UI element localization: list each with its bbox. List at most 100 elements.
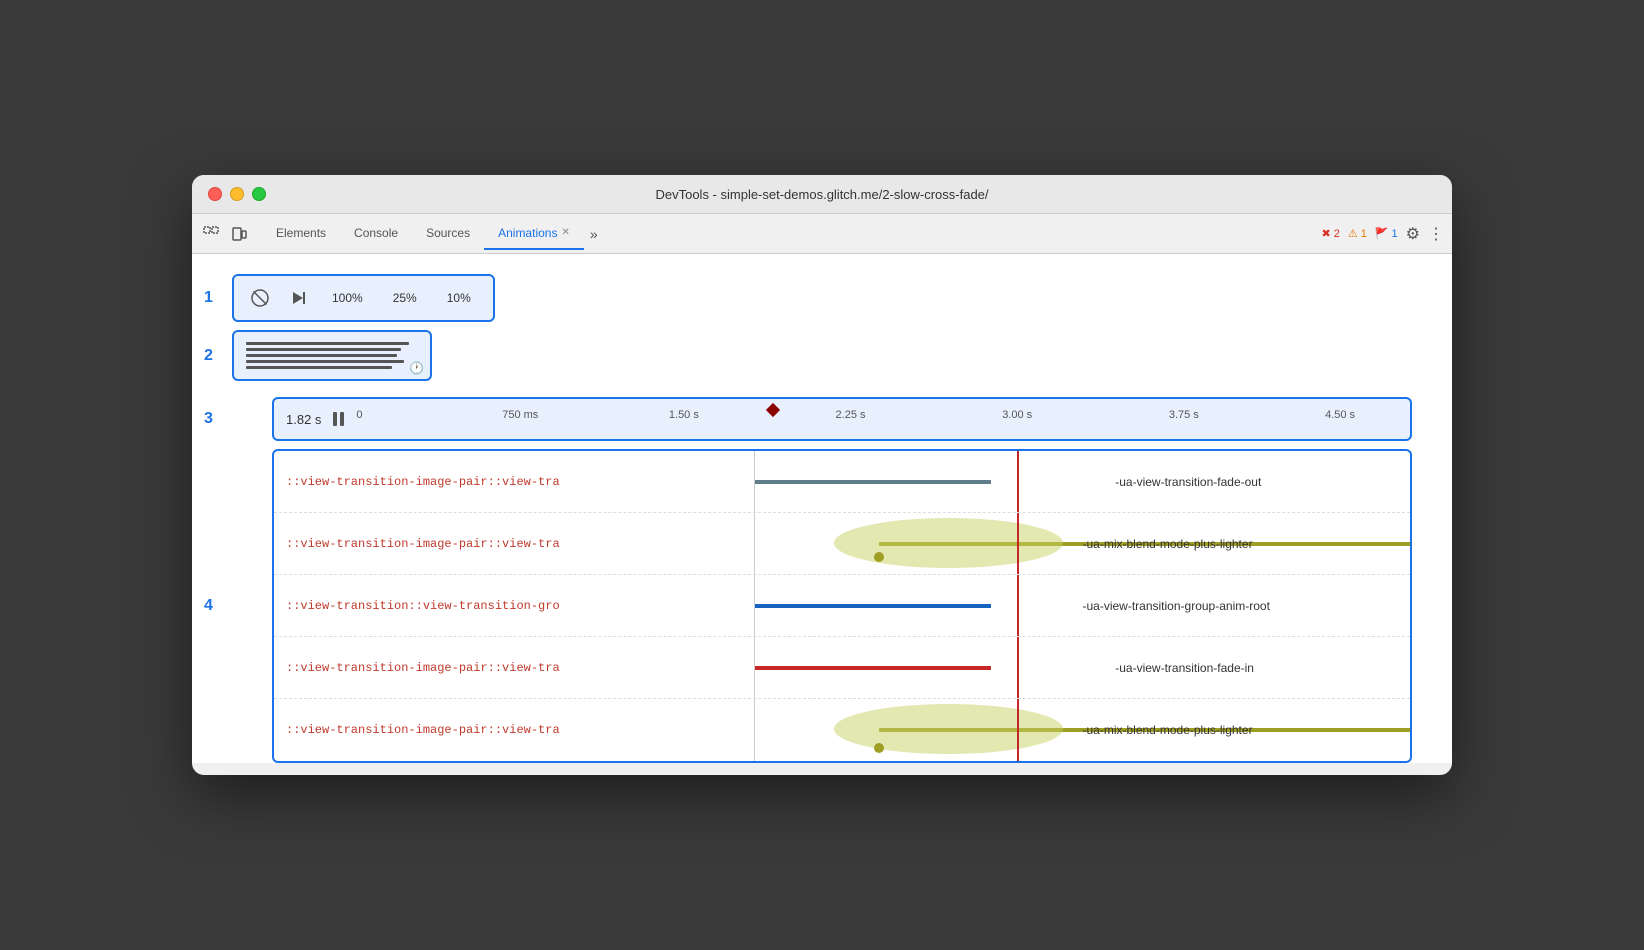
anim-track-4: -ua-view-transition-fade-in (754, 637, 1410, 698)
error-count: 2 (1334, 228, 1340, 240)
anim-blob-1 (834, 518, 1063, 568)
clock-icon: 🕐 (409, 361, 424, 375)
ruler-marks: 0 750 ms 1.50 s 2.25 s 3.00 s 3.75 s 4.5… (356, 397, 1398, 441)
pause-bar-1 (333, 412, 337, 426)
info-badge: 🚩 1 (1375, 227, 1398, 240)
animations-panel: 1 (192, 254, 1452, 763)
tab-sources[interactable]: Sources (412, 218, 484, 250)
table-row[interactable]: ::view-transition-image-pair::view-tra -… (274, 513, 1410, 575)
timeline-line-2 (246, 348, 401, 351)
warning-badge: ⚠ 1 (1348, 227, 1367, 240)
animation-rows-section: ::view-transition-image-pair::view-tra -… (272, 449, 1412, 763)
more-tabs-icon[interactable]: » (584, 226, 604, 242)
timeline-group-box[interactable]: 🕐 (232, 330, 432, 381)
tab-console[interactable]: Console (340, 218, 412, 250)
inspect-icon[interactable] (200, 223, 222, 245)
ruler-mark-225s: 2.25 s (836, 409, 866, 421)
anim-bar-fade-out (755, 480, 991, 484)
warning-count: 1 (1361, 228, 1367, 240)
tab-animations[interactable]: Animations ✕ (484, 218, 584, 250)
anim-name-group: -ua-view-transition-group-anim-root (1083, 599, 1270, 613)
tab-elements[interactable]: Elements (262, 218, 340, 250)
playhead-line-2 (1017, 513, 1019, 574)
table-row[interactable]: ::view-transition-image-pair::view-tra -… (274, 699, 1410, 761)
ruler-mark-150s: 1.50 s (669, 409, 699, 421)
tab-right-icons: ✖ 2 ⚠ 1 🚩 1 ⚙ ⋮ (1321, 224, 1444, 244)
section-label-3: 3 (204, 410, 213, 428)
anim-label-1: ::view-transition-image-pair::view-tra (274, 475, 754, 489)
timeline-lines (240, 338, 424, 373)
timeline-line-1 (246, 342, 409, 345)
table-row[interactable]: ::view-transition-image-pair::view-tra -… (274, 451, 1410, 513)
table-row[interactable]: ::view-transition-image-pair::view-tra -… (274, 637, 1410, 699)
anim-name-lime-1: -ua-mix-blend-mode-plus-lighter (1083, 537, 1253, 551)
anim-dot-1 (874, 552, 884, 562)
playhead-line-3 (1017, 575, 1019, 636)
playhead-diamond (766, 403, 780, 417)
title-bar: DevTools - simple-set-demos.glitch.me/2-… (192, 175, 1452, 214)
devtools-body: Elements Console Sources Animations ✕ » … (192, 214, 1452, 763)
timeline-group-section: 2 🕐 (232, 330, 1432, 381)
timeline-line-3 (246, 354, 397, 357)
settings-icon[interactable]: ⚙ (1406, 224, 1420, 244)
anim-bar-group (755, 604, 991, 608)
more-options-icon[interactable]: ⋮ (1428, 224, 1444, 244)
pause-bar-2 (340, 412, 344, 426)
maximize-button[interactable] (252, 187, 266, 201)
playhead-line-4 (1017, 637, 1019, 698)
warning-icon: ⚠ (1348, 227, 1358, 240)
traffic-lights (208, 187, 266, 201)
pause-icon[interactable] (333, 412, 344, 426)
current-time: 1.82 s (286, 412, 321, 427)
playhead-line-1 (1017, 451, 1019, 512)
tab-animations-inner: Animations ✕ (498, 226, 570, 240)
ruler-mark-375s: 3.75 s (1169, 409, 1199, 421)
devtools-window: DevTools - simple-set-demos.glitch.me/2-… (192, 175, 1452, 775)
anim-rows-wrapper: 4 ::view-transition-image-pair::view-tra… (232, 449, 1432, 763)
toolbar-icons (200, 223, 250, 245)
anim-track-5: -ua-mix-blend-mode-plus-lighter (754, 699, 1410, 761)
anim-dot-2 (874, 743, 884, 753)
ruler-mark-750ms: 750 ms (502, 409, 538, 421)
anim-name-lime-2: -ua-mix-blend-mode-plus-lighter (1083, 723, 1253, 737)
panels-area: 1 (192, 254, 1452, 397)
playhead-line-5 (1017, 699, 1019, 761)
section-label-4: 4 (204, 597, 213, 615)
anim-bar-fade-in (755, 666, 991, 670)
section-label-2: 2 (204, 347, 213, 365)
speed-10-button[interactable]: 10% (437, 287, 481, 309)
timeline-line-4 (246, 360, 404, 363)
ruler-section-wrapper: 3 1.82 s 0 750 ms 1.50 s 2.25 s 3.00 s (232, 397, 1432, 441)
close-button[interactable] (208, 187, 222, 201)
error-icon: ✖ (1321, 227, 1330, 240)
anim-track-3: -ua-view-transition-group-anim-root (754, 575, 1410, 636)
speed-25-button[interactable]: 25% (383, 287, 427, 309)
tab-close-icon[interactable]: ✕ (561, 227, 569, 238)
section-label-1: 1 (204, 289, 213, 307)
device-icon[interactable] (228, 223, 250, 245)
speed-100-button[interactable]: 100% (322, 287, 373, 309)
anim-track-2: -ua-mix-blend-mode-plus-lighter (754, 513, 1410, 574)
anim-label-5: ::view-transition-image-pair::view-tra (274, 723, 754, 737)
info-icon: 🚩 (1375, 227, 1389, 240)
anim-label-3: ::view-transition::view-transition-gro (274, 599, 754, 613)
anim-label-4: ::view-transition-image-pair::view-tra (274, 661, 754, 675)
anim-label-2: ::view-transition-image-pair::view-tra (274, 537, 754, 551)
clear-button[interactable] (246, 284, 274, 312)
timeline-line-5 (246, 366, 392, 369)
info-count: 1 (1392, 228, 1398, 240)
anim-blob-2 (834, 704, 1063, 754)
error-badge: ✖ 2 (1321, 227, 1339, 240)
anim-name-fade-in: -ua-view-transition-fade-in (1115, 661, 1254, 675)
controls-bar: 100% 25% 10% (232, 274, 495, 322)
ruler-mark-450s: 4.50 s (1325, 409, 1355, 421)
anim-name-fade-out: -ua-view-transition-fade-out (1115, 475, 1261, 489)
play-button[interactable] (284, 284, 312, 312)
tab-bar: Elements Console Sources Animations ✕ » … (192, 214, 1452, 254)
minimize-button[interactable] (230, 187, 244, 201)
controls-section: 1 (232, 274, 1432, 322)
table-row[interactable]: ::view-transition::view-transition-gro -… (274, 575, 1410, 637)
time-ruler[interactable]: 1.82 s 0 750 ms 1.50 s 2.25 s 3.00 s 3.7… (272, 397, 1412, 441)
ruler-mark-300s: 3.00 s (1002, 409, 1032, 421)
anim-track-1: -ua-view-transition-fade-out (754, 451, 1410, 512)
